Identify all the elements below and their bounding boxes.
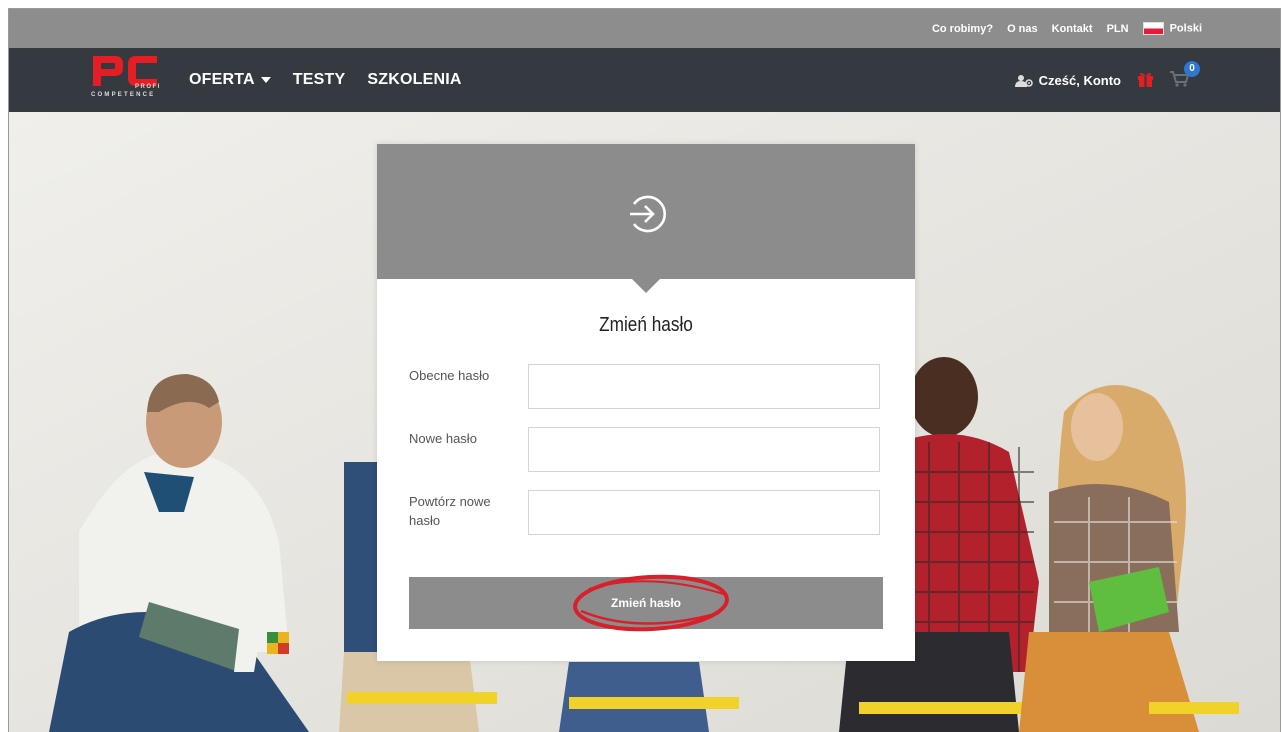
main-navbar: PROFI COMPETENCE OFERTA TESTY SZKOLENIA … [9, 48, 1280, 112]
gift-button[interactable] [1137, 71, 1154, 90]
cart-count-badge: 0 [1184, 60, 1200, 77]
user-gear-icon [1014, 74, 1033, 87]
brand-logo[interactable]: PROFI COMPETENCE [91, 54, 163, 106]
account-link[interactable]: Cześć, Konto [1014, 72, 1121, 88]
repeat-password-input[interactable] [528, 490, 880, 535]
change-password-button-label: Zmień hasło [610, 596, 681, 610]
link-co-robimy[interactable]: Co robimy? [932, 23, 993, 35]
gift-icon [1138, 72, 1153, 87]
repeat-password-label: Powtórz nowe hasło [409, 494, 491, 528]
nav-item-testy[interactable]: TESTY [293, 71, 346, 89]
card-header [377, 144, 915, 293]
change-password-card: Zmień hasło Obecne hasło Nowe hasło Powt… [377, 144, 915, 661]
user-menu: Cześć, Konto 0 [1014, 48, 1200, 112]
current-password-label: Obecne hasło [409, 368, 490, 383]
account-label: Cześć, Konto [1038, 72, 1121, 88]
link-kontakt[interactable]: Kontakt [1052, 23, 1093, 35]
new-password-input[interactable] [528, 427, 880, 472]
header-pointer [632, 279, 660, 293]
cart-button[interactable]: 0 [1170, 60, 1200, 90]
language-selector[interactable]: Polski [1142, 22, 1202, 35]
logo-competence-text: COMPETENCE [91, 92, 156, 98]
nav-item-oferta-label: OFERTA [189, 71, 255, 88]
form-title: Zmień hasło [599, 314, 693, 336]
browser-viewport: Co robimy? O nas Kontakt PLN Polski PROF… [8, 8, 1281, 732]
language-label: Polski [1169, 22, 1202, 35]
link-o-nas[interactable]: O nas [1007, 23, 1038, 35]
top-utility-bar: Co robimy? O nas Kontakt PLN Polski [9, 9, 1280, 48]
caret-down-icon [260, 76, 271, 83]
utility-links: Co robimy? O nas Kontakt PLN Polski [932, 9, 1202, 48]
new-password-label: Nowe hasło [409, 431, 477, 446]
logo-profi-text: PROFI [135, 84, 161, 90]
poland-flag-icon [1142, 22, 1164, 35]
currency-selector[interactable]: PLN [1107, 23, 1129, 35]
login-arrow-icon [630, 195, 666, 233]
change-password-button[interactable]: Zmień hasło [409, 577, 883, 629]
primary-menu: OFERTA TESTY SZKOLENIA [189, 48, 462, 112]
nav-item-szkolenia[interactable]: SZKOLENIA [367, 71, 461, 89]
pc-logo-mark [93, 56, 157, 86]
current-password-input[interactable] [528, 364, 880, 409]
nav-item-oferta[interactable]: OFERTA [189, 71, 271, 89]
